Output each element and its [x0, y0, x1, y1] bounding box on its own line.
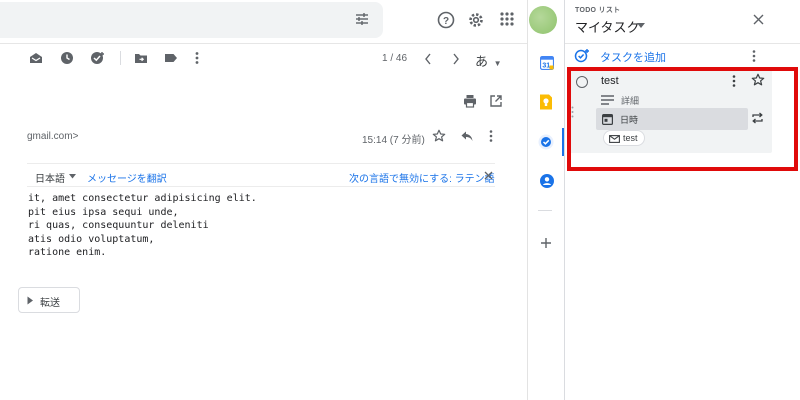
reply-icon[interactable]	[460, 129, 474, 143]
forward-button[interactable]: 転送	[18, 287, 80, 313]
previous-chevron-icon[interactable]	[423, 52, 433, 66]
panel-header-divider	[565, 43, 800, 44]
input-tools-button[interactable]: あ ▼	[475, 51, 502, 70]
drag-handle-icon[interactable]	[568, 106, 574, 118]
side-panel-divider	[527, 0, 528, 400]
input-tools-label: あ	[475, 54, 489, 69]
page-count: 1 / 46	[382, 53, 408, 64]
translate-bar-divider	[27, 186, 495, 187]
header-divider	[0, 43, 527, 44]
close-panel-icon[interactable]	[753, 14, 764, 25]
caret-down-icon: ▼	[493, 59, 502, 68]
mail-icon	[609, 135, 620, 143]
svg-text:?: ?	[443, 16, 449, 27]
message-body-line: it, amet consectetur adipisicing elit.	[28, 193, 257, 204]
settings-gear-icon[interactable]	[467, 11, 485, 29]
email-chip-label: test	[623, 133, 638, 143]
date-label: 日時	[620, 115, 639, 125]
tasks-app-icon[interactable]	[538, 134, 554, 150]
message-body-line: ratione enim.	[28, 247, 107, 258]
label-tag-icon[interactable]	[164, 51, 178, 65]
next-chevron-icon[interactable]	[451, 52, 461, 66]
translate-message-link[interactable]: メッセージを翻訳	[87, 170, 167, 185]
toolbar-separator	[120, 51, 121, 65]
message-time: 15:14 (7 分前)	[362, 135, 425, 146]
add-task-icon[interactable]	[574, 48, 590, 63]
add-task-button[interactable]: タスクを追加	[600, 49, 666, 65]
forward-arrow-icon	[27, 296, 34, 305]
calendar-app-icon[interactable]: 31	[540, 56, 554, 70]
details-lines-icon	[601, 95, 614, 105]
message-more-icon[interactable]	[488, 129, 494, 143]
caret-down-icon[interactable]	[69, 174, 76, 179]
svg-text:31: 31	[542, 63, 550, 70]
star-icon[interactable]	[432, 129, 446, 143]
panel-kicker-label: TODO リスト	[575, 7, 621, 14]
search-bar[interactable]	[0, 2, 383, 38]
source-language-select[interactable]: 日本語	[35, 170, 65, 185]
search-options-icon[interactable]	[355, 12, 369, 26]
task-date-field[interactable]: 日時	[596, 108, 748, 130]
account-avatar[interactable]	[529, 6, 557, 34]
snooze-clock-icon[interactable]	[60, 51, 74, 65]
task-complete-checkbox[interactable]	[576, 76, 588, 88]
move-to-folder-icon[interactable]	[134, 51, 148, 65]
add-addon-plus-icon[interactable]	[540, 237, 552, 249]
linked-email-chip[interactable]: test	[603, 130, 645, 146]
message-body-line: pit eius ipsa sequi unde,	[28, 207, 179, 218]
contacts-app-icon[interactable]	[540, 174, 554, 188]
repeat-icon[interactable]	[751, 112, 764, 124]
keep-app-icon[interactable]	[539, 94, 553, 110]
side-panel-separator	[538, 210, 552, 211]
add-to-tasks-icon[interactable]	[90, 51, 106, 65]
task-details-field[interactable]: 詳細	[621, 94, 639, 107]
task-star-icon[interactable]	[751, 73, 765, 87]
list-more-icon[interactable]	[751, 49, 757, 63]
task-list-title[interactable]: マイタスク	[575, 17, 639, 36]
toolbar-more-icon[interactable]	[194, 51, 200, 65]
sender-email: gmail.com>	[27, 131, 79, 142]
open-in-new-window-icon[interactable]	[489, 94, 503, 108]
task-more-icon[interactable]	[731, 74, 737, 88]
message-body-line: atis odio voluptatum,	[28, 234, 155, 245]
translate-bar-divider	[27, 163, 495, 164]
apps-grid-icon[interactable]	[500, 12, 514, 26]
disable-translation-link[interactable]: 次の言語で無効にする: ラテン語	[349, 170, 495, 185]
forward-label: 転送	[40, 298, 60, 309]
print-icon[interactable]	[463, 94, 477, 108]
close-icon[interactable]	[484, 171, 493, 180]
calendar-date-icon	[602, 113, 613, 125]
caret-down-icon[interactable]	[637, 23, 645, 28]
task-title[interactable]: test	[601, 75, 619, 87]
message-body-line: ri quas, consequuntur deleniti	[28, 220, 209, 231]
help-icon[interactable]: ?	[437, 11, 455, 29]
mark-unread-icon[interactable]	[29, 51, 43, 65]
